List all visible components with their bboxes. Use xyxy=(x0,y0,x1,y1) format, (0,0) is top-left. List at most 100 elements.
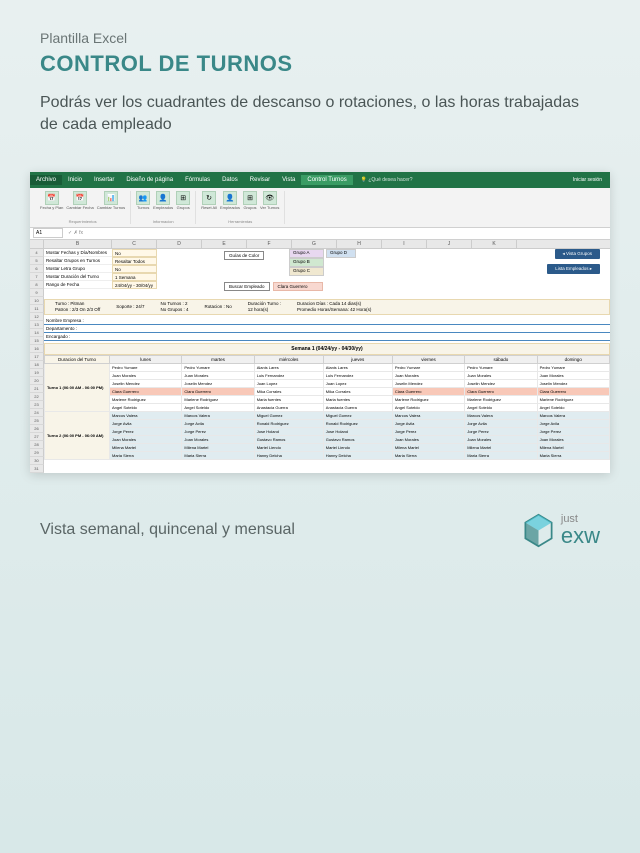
schedule-cell[interactable]: Joselin Mendez xyxy=(182,379,254,387)
schedule-cell[interactable]: Milena Martel xyxy=(465,443,537,451)
schedule-cell[interactable]: Juan Morales xyxy=(537,371,609,379)
schedule-cell[interactable]: Joan Morales xyxy=(392,435,464,443)
departamento[interactable]: Departamento : xyxy=(44,325,610,333)
row-num[interactable]: 11 xyxy=(30,305,44,313)
schedule-cell[interactable]: Anastacia Guerra xyxy=(323,403,392,411)
schedule-cell[interactable]: Juan Morales xyxy=(465,371,537,379)
schedule-cell[interactable]: Marcos Valera xyxy=(182,411,254,419)
schedule-cell[interactable]: Joselin Mendez xyxy=(110,379,182,387)
schedule-cell[interactable]: Joan Morales xyxy=(182,435,254,443)
schedule-cell[interactable]: Joan Morales xyxy=(465,435,537,443)
schedule-cell[interactable]: Mika Corrales xyxy=(254,387,323,395)
row-num[interactable]: 10 xyxy=(30,297,44,305)
tab-datos[interactable]: Datos xyxy=(216,175,244,185)
schedule-cell[interactable]: Marlene Rodriguez xyxy=(537,395,609,403)
schedule-cell[interactable]: Juan Morales xyxy=(182,371,254,379)
row-num[interactable]: 25 xyxy=(30,417,44,425)
tab-vista[interactable]: Vista xyxy=(276,175,301,185)
schedule-cell[interactable]: Jorge Perez xyxy=(110,427,182,435)
schedule-cell[interactable]: Maria fuentes xyxy=(323,395,392,403)
row-num[interactable]: 17 xyxy=(30,353,44,361)
col-header-d[interactable]: D xyxy=(157,240,202,248)
schedule-cell[interactable]: Joan Morales xyxy=(110,435,182,443)
schedule-cell[interactable]: Jorge Perez xyxy=(537,427,609,435)
schedule-cell[interactable]: Marlene Rodriguez xyxy=(465,395,537,403)
lista-empleados-button[interactable]: Lista Empleados ▸ xyxy=(547,264,600,274)
buscar-empleado-button[interactable]: Buscar Empleado xyxy=(224,282,270,291)
row-num[interactable]: 21 xyxy=(30,385,44,393)
tab-revisar[interactable]: Revisar xyxy=(244,175,276,185)
schedule-cell[interactable]: Ronald Rodriguez xyxy=(323,419,392,427)
col-header-i[interactable]: I xyxy=(382,240,427,248)
schedule-cell[interactable]: Clara Guerrero xyxy=(182,387,254,395)
row-num[interactable]: 27 xyxy=(30,433,44,441)
schedule-cell[interactable]: Luis Fernandez xyxy=(254,371,323,379)
schedule-cell[interactable]: Milena Martel xyxy=(110,443,182,451)
schedule-cell[interactable]: Martel Liendo xyxy=(254,443,323,451)
schedule-cell[interactable]: Angel Soteldo xyxy=(110,403,182,411)
schedule-cell[interactable]: Jorge Avila xyxy=(537,419,609,427)
fx-icon[interactable]: ✓ ✗ fx xyxy=(63,230,88,236)
sheet-cells[interactable]: Mostar Fechas y Día/NombresNoResaltar Gr… xyxy=(44,249,610,473)
schedule-cell[interactable]: Jorge Perez xyxy=(465,427,537,435)
schedule-cell[interactable]: Jorge Avila xyxy=(392,419,464,427)
schedule-cell[interactable]: Hanny Delcha xyxy=(323,451,392,459)
schedule-cell[interactable]: Jorge Avila xyxy=(182,419,254,427)
signin-link[interactable]: Iniciar sesión xyxy=(573,177,610,183)
schedule-cell[interactable]: Gustavo Ramos xyxy=(323,435,392,443)
grupos-icon[interactable]: ⊞ xyxy=(176,191,190,205)
config-value[interactable]: No xyxy=(112,249,157,257)
schedule-cell[interactable]: Maria Sierra xyxy=(182,451,254,459)
schedule-cell[interactable]: Marlene Rodriguez xyxy=(182,395,254,403)
row-num[interactable]: 19 xyxy=(30,369,44,377)
schedule-cell[interactable]: Joselin Mendez xyxy=(537,379,609,387)
schedule-cell[interactable]: Maria Sierra xyxy=(537,451,609,459)
schedule-cell[interactable]: Marcos Valera xyxy=(537,411,609,419)
col-header-h[interactable]: H xyxy=(337,240,382,248)
tab-archivo[interactable]: Archivo xyxy=(30,175,62,185)
tab-diseno[interactable]: Diseño de página xyxy=(120,175,179,185)
row-num[interactable]: 12 xyxy=(30,313,44,321)
schedule-cell[interactable]: Marcos Valera xyxy=(110,411,182,419)
schedule-cell[interactable]: Maria Sierra xyxy=(465,451,537,459)
tab-formulas[interactable]: Fórmulas xyxy=(179,175,216,185)
tools-grupos-icon[interactable]: ⊞ xyxy=(243,191,257,205)
row-num[interactable]: 15 xyxy=(30,337,44,345)
schedule-cell[interactable]: Alanis Lares xyxy=(254,363,323,371)
schedule-cell[interactable]: Ronald Rodriguez xyxy=(254,419,323,427)
schedule-cell[interactable]: Anastacia Guerra xyxy=(254,403,323,411)
schedule-cell[interactable]: Marlene Rodriguez xyxy=(110,395,182,403)
schedule-cell[interactable]: Clara Guerrero xyxy=(537,387,609,395)
schedule-cell[interactable]: Mika Corrales xyxy=(323,387,392,395)
col-header-j[interactable]: J xyxy=(427,240,472,248)
schedule-cell[interactable]: Maria Sierra xyxy=(110,451,182,459)
row-num[interactable]: 26 xyxy=(30,425,44,433)
row-num[interactable]: 30 xyxy=(30,457,44,465)
row-num[interactable]: 13 xyxy=(30,321,44,329)
row-num[interactable]: 5 xyxy=(30,257,44,265)
schedule-cell[interactable]: Milena Martel xyxy=(392,443,464,451)
fecha-plan-icon[interactable]: 📅 xyxy=(45,191,59,205)
schedule-cell[interactable]: Angel Soteldo xyxy=(537,403,609,411)
row-num[interactable]: 31 xyxy=(30,465,44,473)
schedule-cell[interactable]: Jose Holand xyxy=(323,427,392,435)
row-num[interactable]: 24 xyxy=(30,409,44,417)
col-header-f[interactable]: F xyxy=(247,240,292,248)
schedule-cell[interactable]: Pedro Yumare xyxy=(110,363,182,371)
col-header-b[interactable]: B xyxy=(44,240,112,248)
nombre-empresa[interactable]: Nombre Empresa : xyxy=(44,317,610,325)
schedule-cell[interactable]: Joan Morales xyxy=(537,435,609,443)
row-num[interactable]: 8 xyxy=(30,281,44,289)
row-num[interactable]: 6 xyxy=(30,265,44,273)
schedule-cell[interactable]: Pedro Yumare xyxy=(392,363,464,371)
schedule-cell[interactable]: Jose Holand xyxy=(254,427,323,435)
schedule-cell[interactable]: Pedro Yumare xyxy=(537,363,609,371)
schedule-cell[interactable]: Pedro Yumare xyxy=(182,363,254,371)
row-num[interactable]: 18 xyxy=(30,361,44,369)
schedule-cell[interactable]: Pedro Yumare xyxy=(465,363,537,371)
schedule-cell[interactable]: Alanis Lares xyxy=(323,363,392,371)
schedule-cell[interactable]: Gustavo Ramos xyxy=(254,435,323,443)
config-value[interactable]: 1 Semana xyxy=(112,273,157,281)
schedule-cell[interactable]: Marcos Valera xyxy=(392,411,464,419)
config-value[interactable]: 24/04/yy - 30/04/yy xyxy=(112,281,157,289)
